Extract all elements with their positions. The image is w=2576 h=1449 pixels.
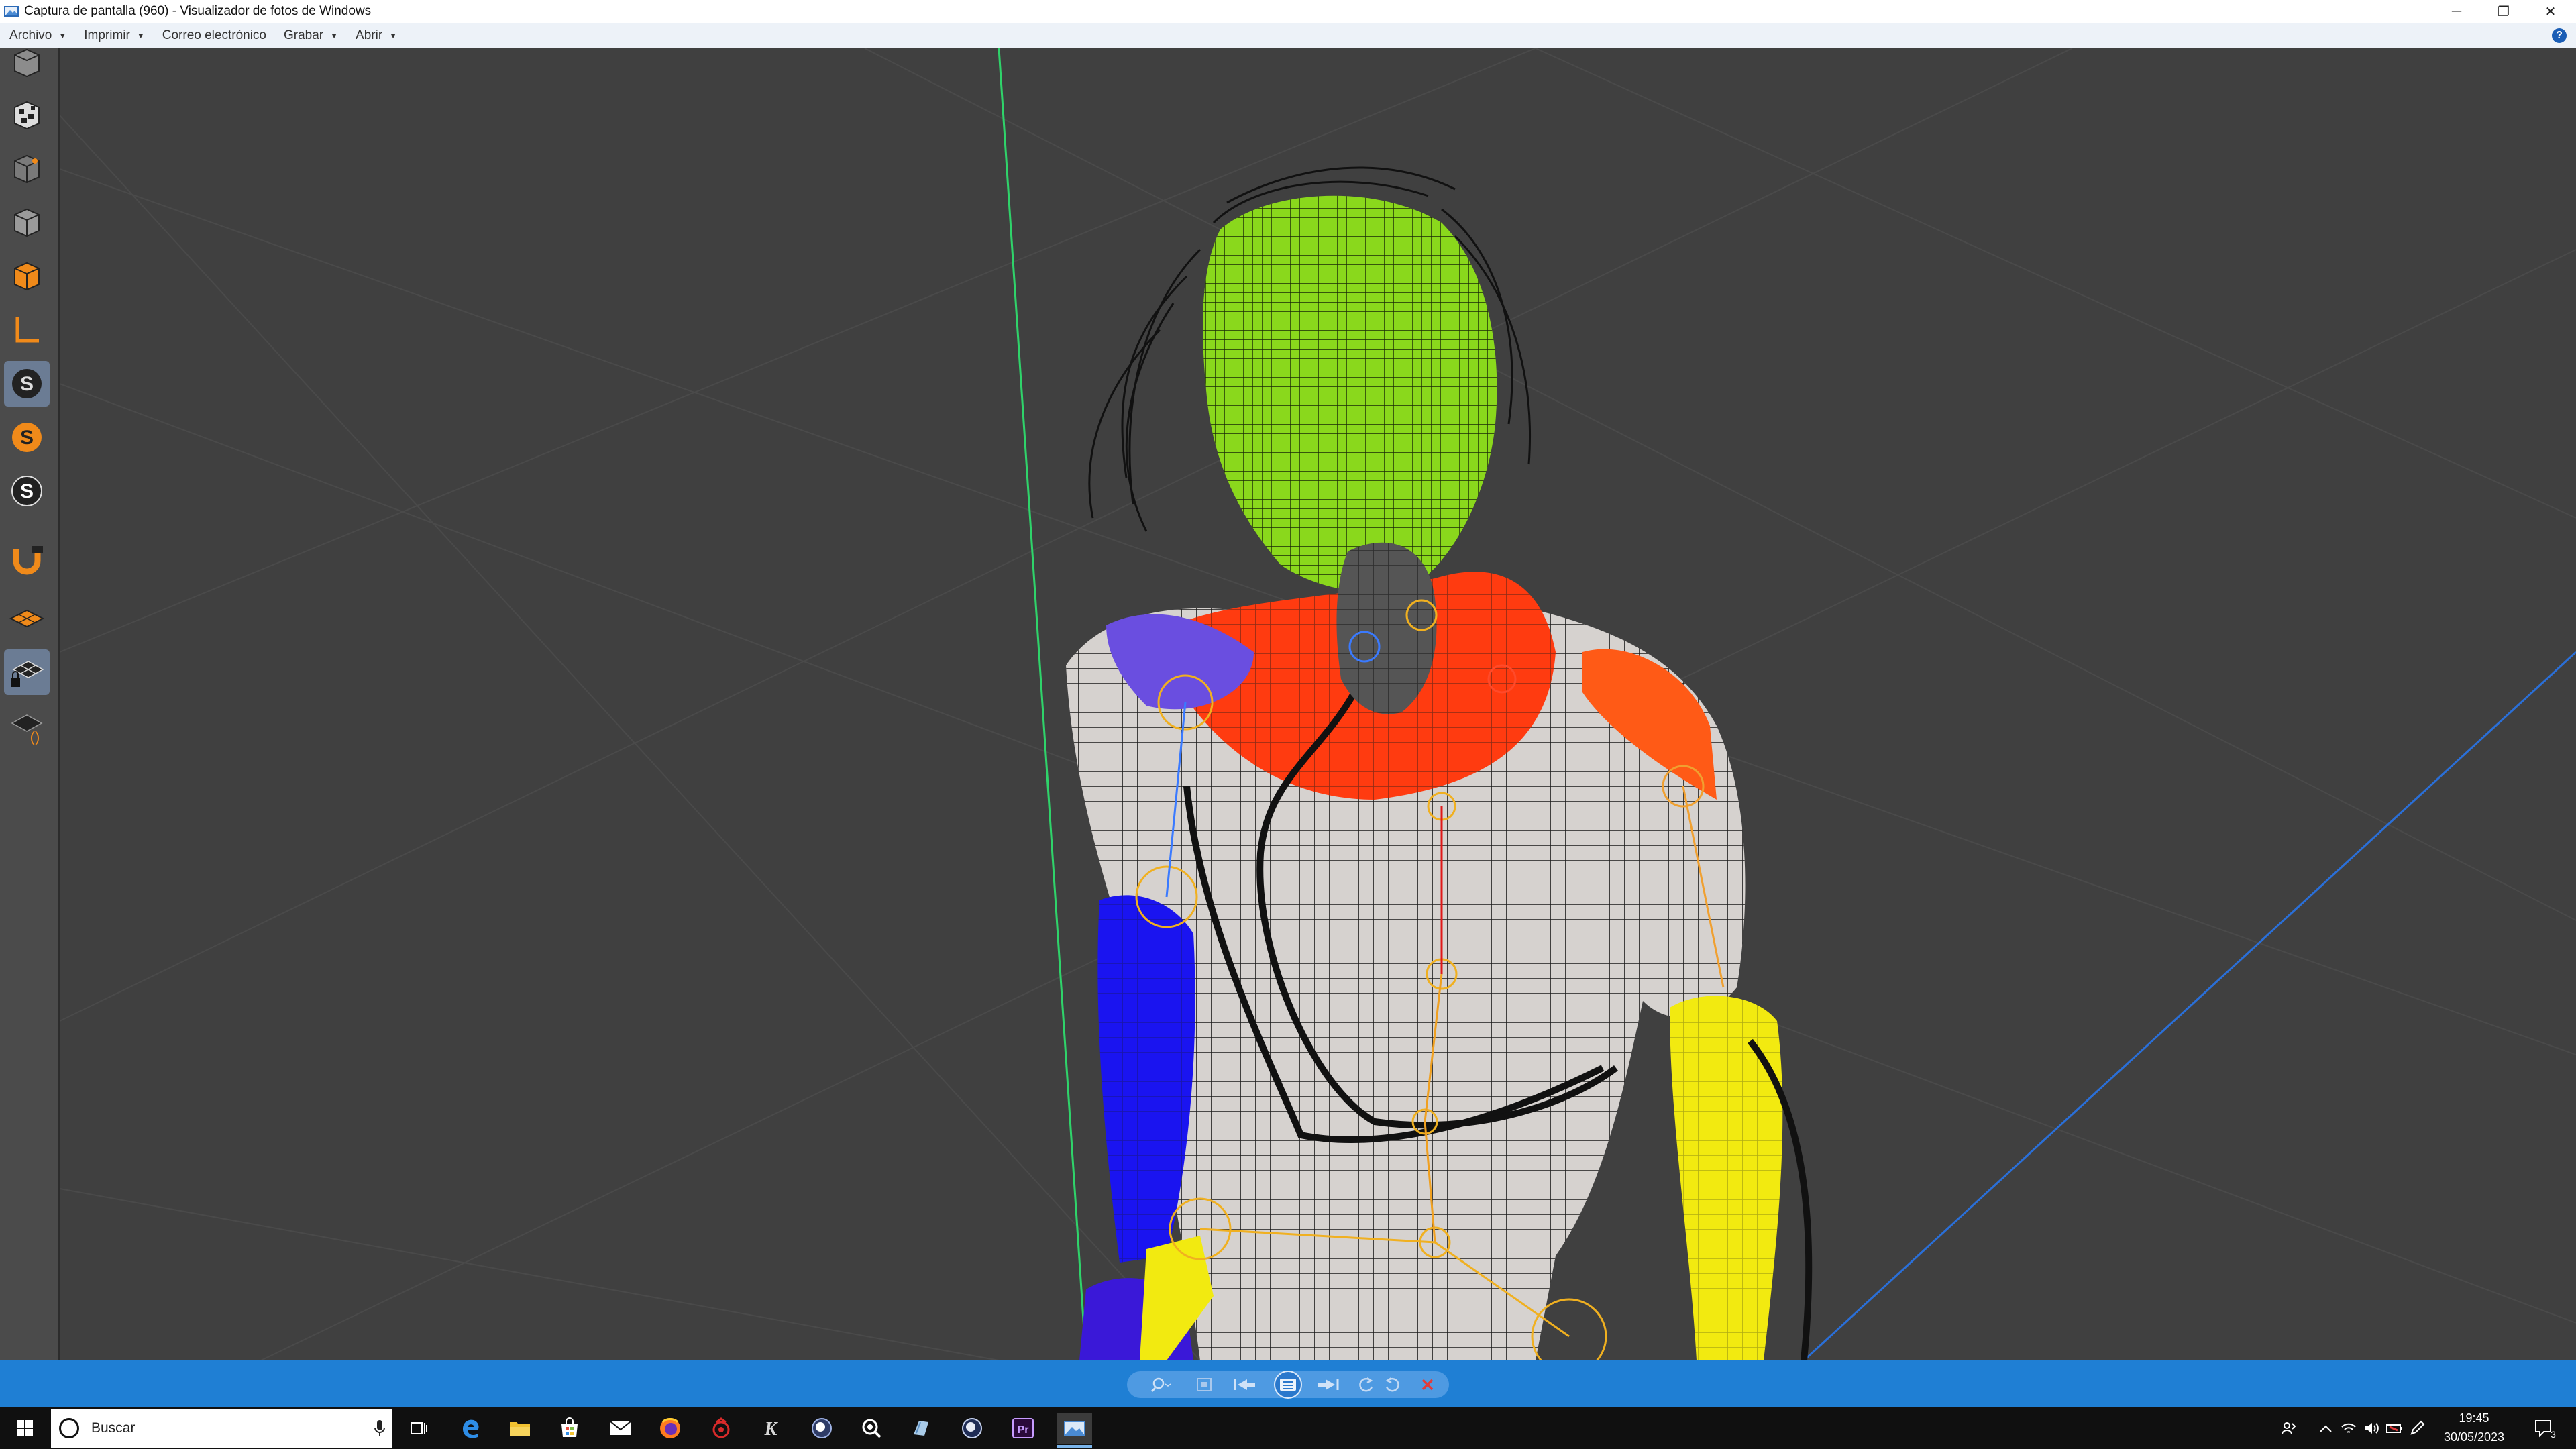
grid-parens-icon[interactable]: () [4,703,50,749]
close-button[interactable]: ✕ [2527,0,2574,23]
cube-wire-icon[interactable] [4,146,50,192]
menu-bar: Archivo ▼ Imprimir ▼ Correo electrónico Gr… [0,23,2576,49]
svg-text:Pr: Pr [1018,1424,1029,1436]
pen-icon[interactable] [2407,1413,2427,1444]
photo-viewer-icon [4,6,19,17]
dropdown-arrow-icon: ▼ [136,31,145,40]
zoom-icon[interactable] [1144,1375,1177,1395]
magnet-icon[interactable] [4,535,50,581]
window-title: Captura de pantalla (960) - Visualizador… [24,4,372,18]
rotate-left-icon[interactable] [1355,1375,1378,1395]
svg-text:S: S [20,373,34,395]
wifi-icon[interactable] [2339,1413,2359,1444]
next-icon[interactable] [1311,1375,1345,1395]
app-red-icon[interactable] [706,1413,737,1444]
image-viewport [60,48,2576,1360]
battery-alert-icon[interactable] [2384,1413,2404,1444]
taskbar-search-box[interactable]: Buscar [51,1409,392,1448]
cube-gray-icon[interactable] [4,200,50,246]
dropdown-arrow-icon: ▼ [389,31,398,40]
cube-orange-icon[interactable] [4,254,50,299]
menu-abrir[interactable]: Abrir ▼ [356,28,397,43]
snap-s-orange-icon[interactable]: S [4,415,50,460]
search-placeholder: Buscar [91,1420,136,1436]
character-render [60,48,2576,1360]
premiere-icon[interactable]: Pr [1008,1413,1038,1444]
menu-correo[interactable]: Correo electrónico [162,28,266,43]
svg-text:S: S [20,427,34,449]
menu-archivo[interactable]: Archivo ▼ [9,28,66,43]
help-icon[interactable]: ? [2552,28,2567,43]
app-search-icon[interactable] [856,1413,887,1444]
store-icon[interactable] [554,1413,585,1444]
cortana-icon [59,1418,79,1438]
grid-plane-icon[interactable] [4,596,50,641]
svg-text:S: S [20,480,34,502]
snap-s-white-icon[interactable]: S [4,468,50,514]
notification-count: 3 [2551,1429,2556,1440]
cinema4d-icon[interactable] [806,1413,837,1444]
menu-grabar[interactable]: Grabar ▼ [284,28,338,43]
edge-icon[interactable] [455,1413,486,1444]
people-icon[interactable] [2275,1413,2302,1444]
cube-top-icon[interactable] [4,42,50,87]
title-bar: Captura de pantalla (960) - Visualizador… [0,0,2576,23]
mail-icon[interactable] [605,1413,636,1444]
x-axis-line [1803,651,2576,1360]
axis-l-icon[interactable] [4,307,50,353]
dropdown-arrow-icon: ▼ [58,31,67,40]
svg-text:K: K [764,1419,779,1438]
firefox-icon[interactable] [655,1413,686,1444]
left-toolbar: S S S () [0,48,60,1360]
slideshow-icon[interactable] [1268,1371,1308,1399]
microphone-icon[interactable] [374,1419,385,1437]
active-app-indicator [1057,1445,1092,1448]
checker-cube-icon[interactable] [4,93,50,138]
chevron-up-icon[interactable] [2316,1413,2336,1444]
cinema4d-alt-icon[interactable] [957,1413,987,1444]
previous-icon[interactable] [1228,1375,1261,1395]
delete-icon[interactable] [1414,1375,1441,1395]
volume-icon[interactable] [2361,1413,2381,1444]
file-explorer-icon[interactable] [504,1413,535,1444]
windows-start-icon[interactable] [9,1413,40,1444]
menu-imprimir[interactable]: Imprimir ▼ [84,28,145,43]
restore-button[interactable]: ❐ [2480,0,2527,23]
snap-s-icon[interactable]: S [4,361,50,407]
app-k-icon[interactable]: K [755,1413,786,1444]
clock-time[interactable]: 19:45 [2434,1411,2514,1426]
app-paper-icon[interactable] [906,1413,936,1444]
actual-size-icon[interactable] [1189,1375,1220,1395]
photo-viewer-taskbar-icon[interactable] [1057,1413,1092,1444]
rotate-right-icon[interactable] [1381,1375,1403,1395]
grid-lock-icon[interactable] [4,649,50,695]
dropdown-arrow-icon: ▼ [330,31,339,40]
task-view-icon[interactable] [403,1413,434,1444]
clock-date[interactable]: 30/05/2023 [2434,1430,2514,1444]
minimize-button[interactable]: ─ [2433,0,2480,23]
svg-text:(): () [30,729,40,745]
